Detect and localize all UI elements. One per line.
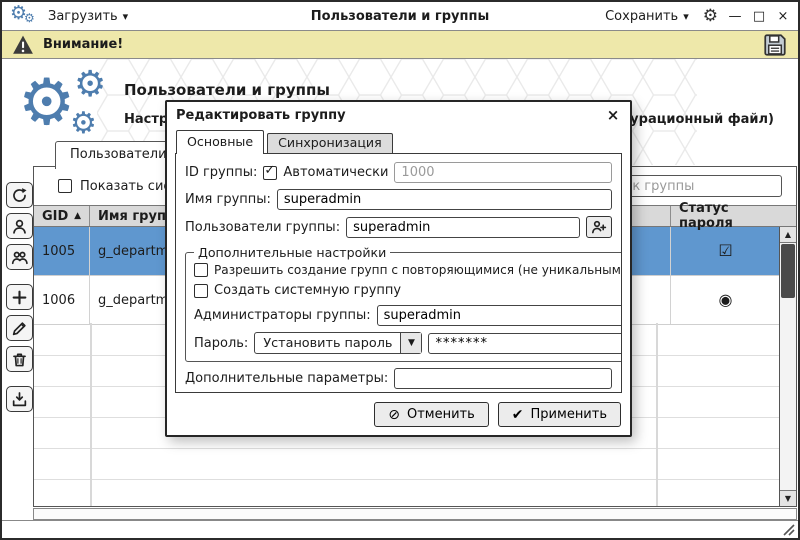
resize-grip[interactable] bbox=[781, 522, 795, 536]
column-separator bbox=[656, 323, 658, 506]
caret-down-icon: ▾ bbox=[123, 11, 129, 22]
side-toolbar bbox=[6, 182, 34, 412]
close-button[interactable]: × bbox=[776, 10, 790, 23]
empty-row bbox=[34, 480, 796, 511]
import-icon bbox=[11, 391, 28, 408]
sort-asc-icon: ▲ bbox=[74, 211, 81, 221]
dialog-close-button[interactable]: × bbox=[605, 108, 621, 123]
plus-icon bbox=[11, 289, 28, 306]
group-name-input[interactable] bbox=[277, 189, 612, 210]
horizontal-scrollbar[interactable] bbox=[33, 508, 797, 520]
password-label: Пароль: bbox=[194, 336, 248, 351]
advanced-settings-group: Дополнительные настройки Разрешить созда… bbox=[185, 245, 622, 362]
gid-input[interactable] bbox=[394, 162, 612, 183]
app-window: ⚙ ⚙ Загрузить ▾ Пользователи и группы Со… bbox=[0, 0, 800, 540]
user-icon bbox=[11, 218, 28, 235]
save-file-icon[interactable] bbox=[762, 32, 788, 58]
scroll-down-button[interactable]: ▼ bbox=[780, 490, 796, 506]
gid-label: ID группы: bbox=[185, 165, 257, 180]
pencil-icon bbox=[11, 320, 28, 337]
password-mode-value: Установить пароль bbox=[255, 333, 400, 353]
column-header-gid[interactable]: GID ▲ bbox=[34, 206, 90, 226]
cell-password-status: ☑ bbox=[671, 227, 796, 275]
cancel-button[interactable]: ⊘ Отменить bbox=[374, 402, 489, 427]
user-button[interactable] bbox=[6, 213, 33, 239]
password-mode-select[interactable]: Установить пароль ▼ bbox=[254, 332, 422, 354]
auto-gid-checkbox[interactable] bbox=[263, 166, 277, 180]
save-menu-button[interactable]: Сохранить ▾ bbox=[601, 7, 693, 26]
dialog-title: Редактировать группу bbox=[176, 108, 346, 123]
auto-gid-label: Автоматически bbox=[283, 165, 388, 180]
radio-dot-icon[interactable]: ◉ bbox=[719, 292, 733, 308]
page-title: Пользователи и группы bbox=[124, 81, 330, 99]
dialog-actions: ⊘ Отменить ✔ Применить bbox=[374, 402, 621, 427]
scroll-up-button[interactable]: ▲ bbox=[780, 227, 796, 243]
tab-general[interactable]: Основные bbox=[176, 130, 264, 154]
cell-gid: 1005 bbox=[34, 227, 90, 275]
column-separator bbox=[90, 323, 92, 506]
column-label: GID bbox=[42, 209, 68, 224]
group-admins-input[interactable] bbox=[377, 305, 622, 326]
caret-down-icon: ▾ bbox=[683, 11, 689, 22]
allow-dup-gid-label: Разрешить создание групп с повторяющимис… bbox=[214, 263, 622, 277]
gear-icon: ⚙ bbox=[18, 71, 75, 135]
add-user-icon bbox=[591, 219, 607, 235]
group-name-label: Имя группы: bbox=[185, 192, 271, 207]
gear-icon: ⚙ bbox=[70, 109, 97, 139]
system-group-checkbox[interactable] bbox=[194, 284, 208, 298]
checked-checkbox-icon[interactable]: ☑ bbox=[718, 243, 732, 259]
scrollbar-thumb[interactable] bbox=[781, 244, 795, 298]
password-input[interactable] bbox=[428, 333, 622, 354]
group-admins-label: Администраторы группы: bbox=[194, 308, 371, 323]
cancel-icon: ⊘ bbox=[388, 408, 400, 422]
gear-icon: ⚙ bbox=[24, 12, 35, 24]
system-group-label: Создать системную группу bbox=[214, 283, 401, 298]
cancel-label: Отменить bbox=[407, 407, 475, 422]
warning-banner: Внимание! bbox=[2, 30, 798, 59]
users-icon bbox=[11, 249, 28, 266]
edit-group-dialog: Редактировать группу × Основные Синхрони… bbox=[165, 100, 632, 437]
trash-icon bbox=[11, 351, 28, 368]
warning-icon bbox=[12, 34, 34, 56]
settings-gear-icon[interactable]: ⚙ bbox=[703, 8, 718, 25]
group-button[interactable] bbox=[6, 244, 33, 270]
minimize-button[interactable]: — bbox=[728, 10, 742, 23]
refresh-button[interactable] bbox=[6, 182, 33, 208]
warning-text: Внимание! bbox=[43, 37, 123, 52]
cell-gid: 1006 bbox=[34, 276, 90, 324]
empty-row bbox=[34, 449, 796, 480]
load-menu-button[interactable]: Загрузить ▾ bbox=[44, 7, 132, 26]
apply-label: Применить bbox=[531, 407, 607, 422]
show-system-checkbox[interactable] bbox=[58, 179, 72, 193]
titlebar: ⚙ ⚙ Загрузить ▾ Пользователи и группы Со… bbox=[2, 2, 798, 30]
add-group-button[interactable] bbox=[6, 284, 33, 310]
allow-dup-gid-checkbox[interactable] bbox=[194, 263, 208, 277]
app-gear-icon: ⚙ ⚙ bbox=[10, 4, 38, 28]
dialog-titlebar: Редактировать группу × bbox=[167, 102, 630, 128]
group-users-label: Пользователи группы: bbox=[185, 220, 340, 235]
extra-params-input[interactable] bbox=[394, 368, 612, 389]
tab-sync[interactable]: Синхронизация bbox=[267, 133, 393, 154]
dialog-tab-panel: ID группы: Автоматически Имя группы: Пол… bbox=[175, 153, 622, 393]
extra-params-label: Дополнительные параметры: bbox=[185, 371, 388, 386]
refresh-icon bbox=[11, 187, 28, 204]
gear-icon: ⚙ bbox=[74, 67, 106, 103]
import-button[interactable] bbox=[6, 386, 33, 412]
edit-group-button[interactable] bbox=[6, 315, 33, 341]
dialog-tabs: Основные Синхронизация bbox=[176, 130, 396, 154]
select-caret-icon[interactable]: ▼ bbox=[400, 333, 421, 353]
column-header-password-status[interactable]: Статус пароля bbox=[671, 206, 796, 226]
group-users-input[interactable] bbox=[346, 217, 580, 238]
save-menu-label: Сохранить bbox=[605, 9, 678, 24]
cell-password-status: ◉ bbox=[671, 276, 796, 324]
apply-button[interactable]: ✔ Применить bbox=[498, 402, 621, 427]
add-users-button[interactable] bbox=[586, 216, 612, 238]
load-menu-label: Загрузить bbox=[48, 9, 118, 24]
maximize-button[interactable]: □ bbox=[752, 10, 766, 23]
delete-group-button[interactable] bbox=[6, 346, 33, 372]
apply-icon: ✔ bbox=[512, 408, 524, 422]
status-bar bbox=[2, 520, 798, 538]
advanced-settings-legend: Дополнительные настройки bbox=[194, 245, 390, 260]
vertical-scrollbar[interactable]: ▲ ▼ bbox=[779, 227, 796, 506]
